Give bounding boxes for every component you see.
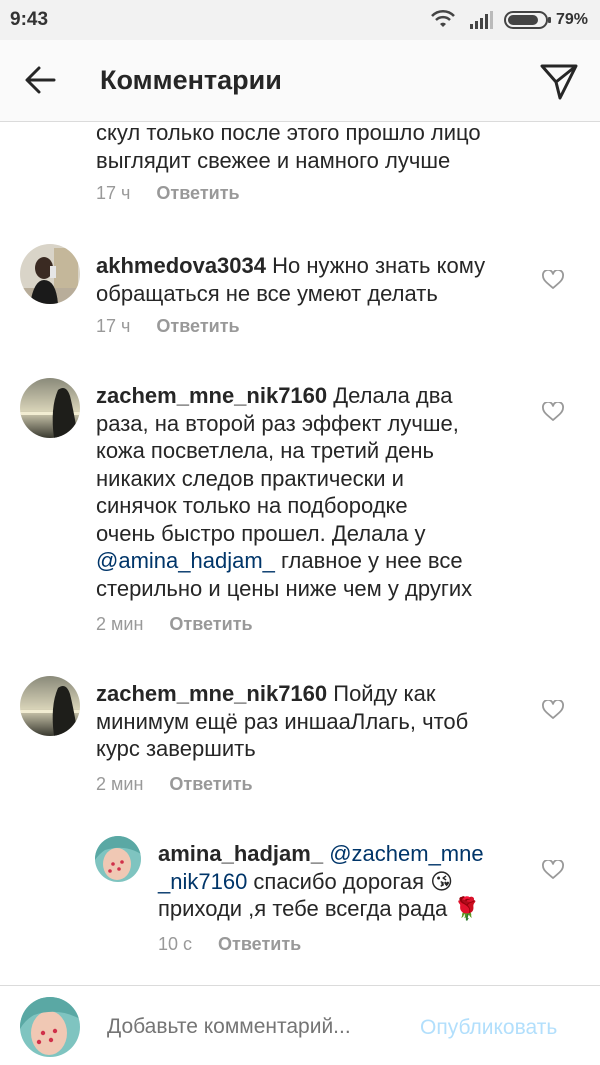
app-bar: Комментарии [0,40,600,122]
comment-text: zachem_mne_nik7160 Пойду как минимум ещё… [96,681,469,761]
signal-icon [470,11,493,29]
comment-username[interactable]: zachem_mne_nik7160 [96,681,327,706]
reply-button[interactable]: Ответить [156,316,239,336]
comment-time: 2 мин [96,614,144,634]
comment-meta: 17 ч Ответить [96,183,240,204]
publish-button[interactable]: Опубликовать [420,1016,557,1040]
page-title: Комментарии [100,65,282,95]
back-arrow-icon[interactable] [22,62,58,98]
battery-icon [504,11,551,29]
comments-list[interactable]: скул только после этого прошло лицо выгл… [0,122,600,985]
comment-username[interactable]: zachem_mne_nik7160 [96,383,327,408]
comment-text: скул только после этого прошло лицо выгл… [96,122,481,173]
status-bar: 9:43 79% [0,0,600,40]
wifi-icon [431,9,455,27]
comment-username[interactable]: amina_hadjam_ [158,841,323,866]
comment-text: akhmedova3034 Но нужно знать кому обраща… [96,253,486,306]
reply-button[interactable]: Ответить [169,614,252,634]
avatar[interactable] [20,378,80,438]
comment-meta: 2 мин Ответить [96,774,253,795]
comment-time: 2 мин [96,774,144,794]
comment-meta: 2 мин Ответить [96,614,253,635]
battery-percent: 79% [555,11,588,28]
comment-meta: 10 с Ответить [158,934,301,955]
mention-link[interactable]: @amina_hadjam_ [96,548,275,573]
comment-meta: 17 ч Ответить [96,316,240,337]
avatar[interactable] [20,676,80,736]
comment-input[interactable] [107,1015,397,1039]
comment-time: 17 ч [96,183,131,203]
current-user-avatar [20,997,80,1057]
comment-time: 17 ч [96,316,131,336]
mention-link[interactable]: @zachem_mne [329,841,483,866]
avatar[interactable] [20,244,80,304]
like-heart-icon[interactable] [542,402,564,422]
like-heart-icon[interactable] [542,700,564,720]
reply-button[interactable]: Ответить [218,934,301,954]
like-heart-icon[interactable] [542,270,564,290]
avatar[interactable] [95,836,141,882]
comment-text: zachem_mne_nik7160 Делала два раза, на в… [96,383,473,601]
reply-button[interactable]: Ответить [169,774,252,794]
comment-username[interactable]: akhmedova3034 [96,253,266,278]
reply-button[interactable]: Ответить [156,183,239,203]
comment-composer: Опубликовать [0,985,600,1065]
comment-time: 10 с [158,934,193,954]
direct-send-icon[interactable] [538,60,580,102]
mention-link[interactable]: _nik7160 [158,869,247,894]
comment-text: amina_hadjam_ @zachem_mne _nik7160 спаси… [158,841,484,921]
status-time: 9:43 [10,9,49,30]
like-heart-icon[interactable] [542,860,564,880]
